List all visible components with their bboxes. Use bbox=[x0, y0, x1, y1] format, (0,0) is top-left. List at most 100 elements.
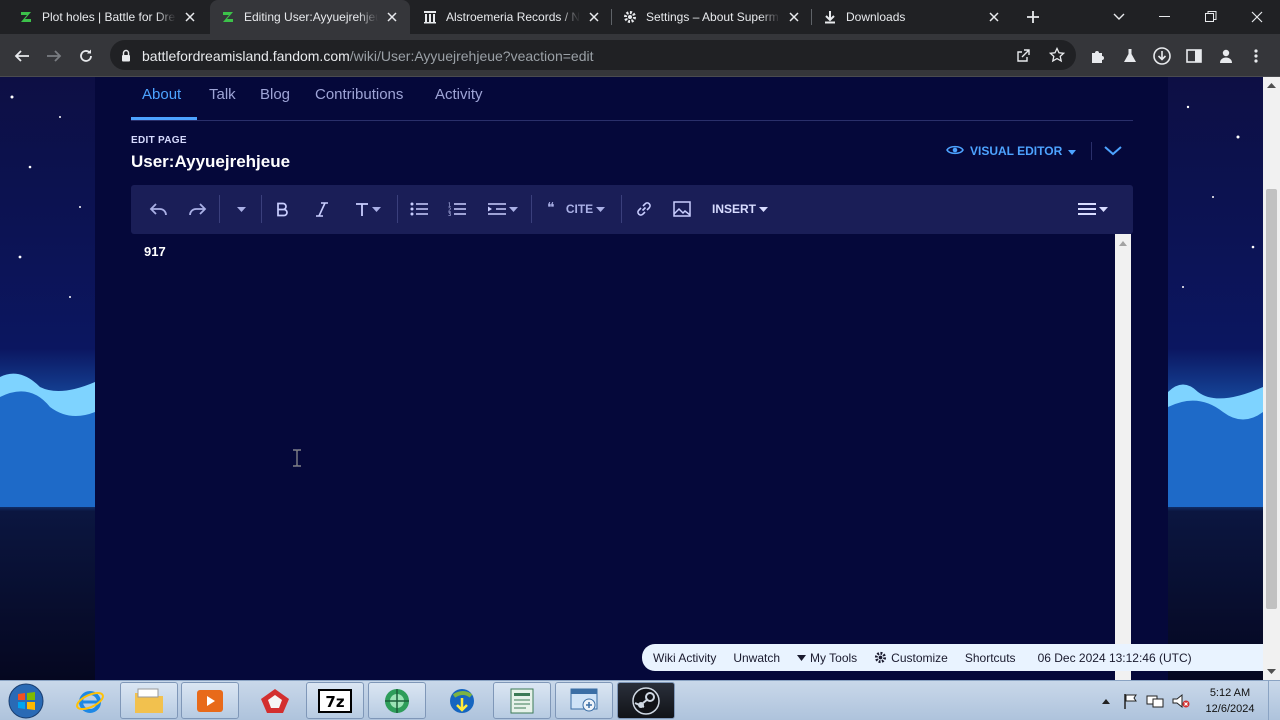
tab-close-icon[interactable] bbox=[986, 9, 1002, 25]
browser-tab-downloads[interactable]: Downloads bbox=[812, 0, 1012, 34]
clock-date: 12/6/2024 bbox=[1205, 703, 1255, 715]
paragraph-format-dropdown[interactable] bbox=[231, 197, 251, 221]
editor-text[interactable]: 917 bbox=[144, 244, 166, 259]
steam-icon[interactable] bbox=[617, 682, 675, 719]
customize-link[interactable]: Customize bbox=[874, 651, 948, 665]
new-tab-button[interactable] bbox=[1022, 6, 1044, 28]
page-viewport: About Talk Blog Contributions Activity E… bbox=[0, 77, 1263, 680]
numbered-list-icon[interactable]: 123 bbox=[445, 197, 469, 221]
browser-tab-editing-user[interactable]: Editing User:Ayyuejrehjeue bbox=[210, 0, 410, 34]
control-panel-icon[interactable] bbox=[555, 682, 613, 719]
unwatch-link[interactable]: Unwatch bbox=[733, 651, 780, 665]
background-art-left bbox=[0, 77, 95, 680]
tab-blog[interactable]: Blog bbox=[260, 86, 290, 103]
page-options-menu-icon[interactable] bbox=[1075, 197, 1111, 221]
cite-label: CITE bbox=[565, 202, 594, 216]
page-scrollbar[interactable] bbox=[1263, 77, 1280, 680]
toolbar-separator bbox=[219, 195, 220, 223]
browser-tab-settings[interactable]: Settings – About Supermium bbox=[612, 0, 812, 34]
bullet-list-icon[interactable] bbox=[407, 197, 431, 221]
system-clock[interactable]: 5:12 AM 12/6/2024 bbox=[1198, 685, 1262, 717]
cite-button[interactable]: ❝ CITE bbox=[543, 197, 609, 221]
tab-talk[interactable]: Talk bbox=[209, 86, 236, 103]
lab-flask-icon[interactable] bbox=[1116, 42, 1144, 70]
tab-title: Downloads bbox=[846, 10, 906, 24]
minimize-button[interactable] bbox=[1142, 0, 1188, 34]
forward-arrow-icon[interactable] bbox=[40, 42, 68, 70]
restore-button[interactable] bbox=[1188, 0, 1234, 34]
scroll-up-arrow-icon[interactable] bbox=[1267, 81, 1276, 90]
browser-tab-plot-holes[interactable]: Plot holes | Battle for Dream Island bbox=[8, 0, 208, 34]
redo-icon[interactable] bbox=[185, 197, 209, 221]
collapse-chevron-icon[interactable] bbox=[1101, 141, 1125, 161]
network-app-icon[interactable] bbox=[368, 682, 426, 719]
tray-expand-arrow-icon[interactable] bbox=[1098, 681, 1114, 720]
tab-about[interactable]: About bbox=[142, 86, 181, 103]
media-player-icon[interactable] bbox=[181, 682, 239, 719]
windows-logo-icon bbox=[8, 683, 44, 719]
profile-avatar-icon[interactable] bbox=[1212, 42, 1240, 70]
tab-close-icon[interactable] bbox=[384, 9, 400, 25]
caret-down-icon bbox=[797, 654, 807, 661]
gear-favicon-icon bbox=[622, 9, 638, 25]
share-icon[interactable] bbox=[1014, 45, 1034, 65]
gear-icon bbox=[875, 651, 887, 664]
scroll-down-arrow-icon[interactable] bbox=[1267, 667, 1276, 676]
extensions-puzzle-icon[interactable] bbox=[1084, 42, 1112, 70]
shortcuts-link[interactable]: Shortcuts bbox=[965, 651, 1016, 665]
address-bar[interactable]: battlefordreamisland.fandom.com/wiki/Use… bbox=[110, 40, 1076, 70]
editor-content-area[interactable]: 917 bbox=[131, 234, 1116, 680]
caret-down-icon bbox=[1068, 144, 1077, 158]
svg-text:❝: ❝ bbox=[547, 200, 555, 214]
tab-close-icon[interactable] bbox=[786, 9, 802, 25]
volume-muted-icon[interactable] bbox=[1170, 681, 1192, 720]
scrollbar-thumb[interactable] bbox=[1266, 189, 1277, 609]
browser-tab-alstroemeria[interactable]: Alstroemeria Records / N bbox=[412, 0, 612, 34]
browser-menu-icon[interactable] bbox=[1242, 42, 1270, 70]
tab-close-icon[interactable] bbox=[586, 9, 602, 25]
fandom-favicon-icon bbox=[220, 9, 236, 25]
visual-editor-mode-button[interactable]: VISUAL EDITOR bbox=[946, 141, 1077, 161]
action-center-flag-icon[interactable] bbox=[1120, 681, 1140, 720]
bookmark-star-icon[interactable] bbox=[1047, 45, 1067, 65]
start-button[interactable] bbox=[4, 683, 48, 719]
tab-separator bbox=[611, 9, 612, 25]
profile-nav-tabs: About Talk Blog Contributions Activity bbox=[131, 77, 1133, 121]
scroll-up-arrow-icon[interactable] bbox=[1119, 240, 1127, 248]
internet-download-manager-icon[interactable] bbox=[432, 681, 492, 720]
downloads-circle-icon[interactable] bbox=[1148, 42, 1176, 70]
show-desktop-button[interactable] bbox=[1268, 681, 1280, 720]
indent-dropdown-icon[interactable] bbox=[485, 197, 521, 221]
bold-icon[interactable] bbox=[271, 197, 293, 221]
gitkraken-icon[interactable] bbox=[245, 681, 305, 720]
tab-search-chevron-icon[interactable] bbox=[1096, 0, 1142, 34]
my-tools-label: My Tools bbox=[810, 650, 858, 665]
tab-contributions[interactable]: Contributions bbox=[315, 86, 403, 103]
my-tools-menu[interactable]: My Tools bbox=[797, 651, 857, 665]
internet-explorer-icon[interactable] bbox=[70, 681, 110, 720]
text-style-dropdown-icon[interactable] bbox=[351, 197, 385, 221]
side-panel-icon[interactable] bbox=[1180, 42, 1208, 70]
tab-title: Alstroemeria Records / N bbox=[446, 10, 580, 24]
utc-clock: 06 Dec 2024 13:12:46 (UTC) bbox=[1037, 650, 1192, 665]
toolbar-separator bbox=[397, 195, 398, 223]
undo-icon[interactable] bbox=[147, 197, 171, 221]
image-icon[interactable] bbox=[669, 197, 695, 221]
lock-icon[interactable] bbox=[118, 47, 134, 63]
file-explorer-icon[interactable] bbox=[120, 682, 178, 719]
reload-icon[interactable] bbox=[72, 42, 100, 70]
tab-close-icon[interactable] bbox=[182, 9, 198, 25]
header-separator bbox=[1091, 142, 1092, 160]
tab-activity[interactable]: Activity bbox=[435, 86, 483, 103]
svg-text:7z: 7z bbox=[325, 693, 344, 711]
wiki-activity-link[interactable]: Wiki Activity bbox=[653, 651, 716, 665]
insert-menu-button[interactable]: INSERT bbox=[709, 197, 771, 221]
italic-icon[interactable] bbox=[311, 197, 333, 221]
link-icon[interactable] bbox=[631, 197, 657, 221]
7-zip-icon[interactable]: 7z bbox=[306, 682, 364, 719]
back-arrow-icon[interactable] bbox=[8, 42, 36, 70]
notepad-icon[interactable] bbox=[493, 682, 551, 719]
network-status-icon[interactable] bbox=[1144, 681, 1166, 720]
editor-scrollbar[interactable] bbox=[1115, 234, 1131, 680]
close-window-button[interactable] bbox=[1234, 0, 1280, 34]
